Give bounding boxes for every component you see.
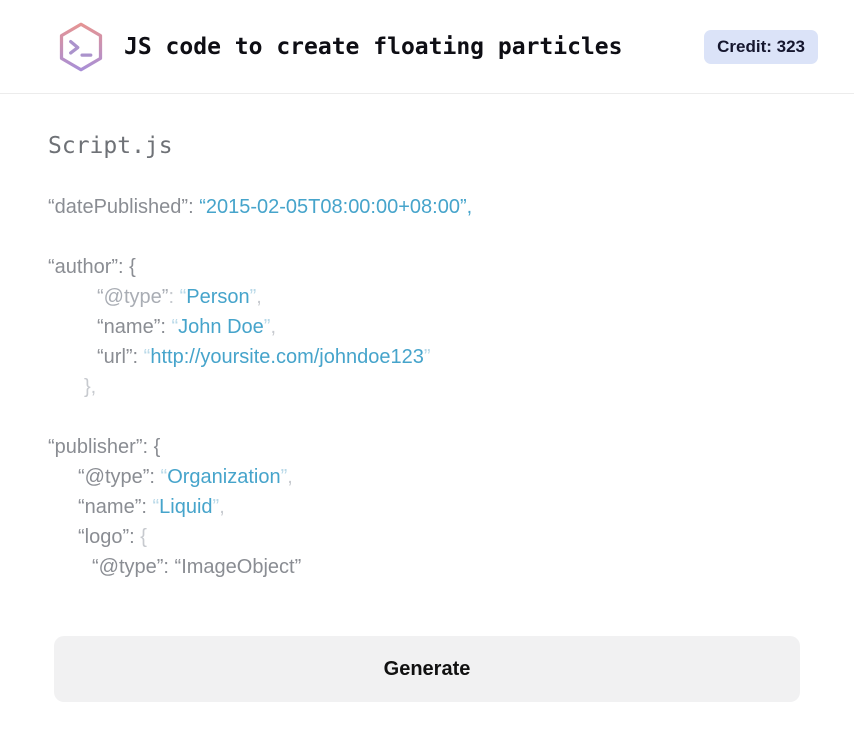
code-line: “@type”: “Person”, xyxy=(48,282,806,312)
code-segment: ” xyxy=(423,346,431,368)
code-segment: Person xyxy=(186,286,250,308)
code-segment: , xyxy=(219,496,225,518)
code-segment: “@type”: “ImageObject” xyxy=(92,556,302,578)
code-segment: “@type”: xyxy=(78,466,161,488)
code-segment: “publisher”: { xyxy=(48,436,161,458)
credit-badge: Credit: 323 xyxy=(704,29,818,64)
code-segment: “2015-02-05T08:00:00+08:00”, xyxy=(199,196,473,218)
code-segment: http://yoursite.com/johndoe123 xyxy=(150,346,424,368)
code-segment: “author”: { xyxy=(48,256,136,278)
code-segment: “logo”: xyxy=(78,526,141,548)
app-header: JS code to create floating particles Cre… xyxy=(0,0,854,94)
code-segment: , xyxy=(256,286,262,308)
code-segment: , xyxy=(270,316,276,338)
code-line: “name”: “John Doe”, xyxy=(48,312,806,342)
code-segment: Liquid xyxy=(159,496,213,518)
code-segment: Organization xyxy=(167,466,281,488)
code-segment: , xyxy=(287,466,293,488)
code-line: “author”: { xyxy=(48,252,806,282)
code-block: “datePublished”: “2015-02-05T08:00:00+08… xyxy=(48,192,806,582)
code-line: “datePublished”: “2015-02-05T08:00:00+08… xyxy=(48,192,806,222)
generate-button[interactable]: Generate xyxy=(54,636,800,702)
code-line: “@type”: “Organization”, xyxy=(48,462,806,492)
code-segment: }, xyxy=(84,376,97,398)
code-segment: “name”: xyxy=(97,316,172,338)
code-line: “publisher”: { xyxy=(48,432,806,462)
code-segment: “name”: xyxy=(78,496,153,518)
code-line: }, xyxy=(48,372,806,402)
code-segment: { xyxy=(140,526,147,548)
code-line: “name”: “Liquid”, xyxy=(48,492,806,522)
code-line: “@type”: “ImageObject” xyxy=(48,552,806,582)
page-title: JS code to create floating particles xyxy=(124,33,623,60)
code-segment: John Doe xyxy=(178,316,264,338)
terminal-prompt-hexagon-icon xyxy=(59,22,103,71)
main-content: Script.js “datePublished”: “2015-02-05T0… xyxy=(0,94,854,702)
code-segment: “datePublished”: xyxy=(48,196,200,218)
code-segment: “@type” xyxy=(97,286,169,308)
file-heading: Script.js xyxy=(48,133,173,159)
code-line: “logo”: { xyxy=(48,522,806,552)
code-segment: “url”: xyxy=(97,346,144,368)
code-segment: : xyxy=(168,286,180,308)
code-line: “url”: “http://yoursite.com/johndoe123” xyxy=(48,342,806,372)
